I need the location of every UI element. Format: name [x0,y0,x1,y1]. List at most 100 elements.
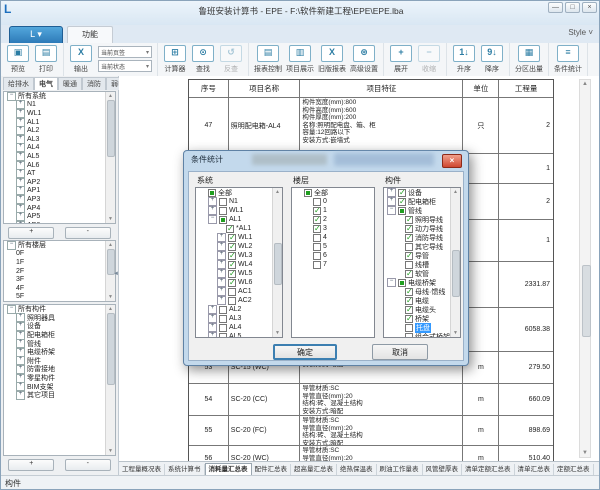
close-icon[interactable]: × [582,2,597,13]
tab-function[interactable]: 功能 [67,26,113,44]
高级设置-button[interactable]: ⊛高级设置 [348,44,380,75]
dialog-tree-item-AL3[interactable]: +AL3 [196,314,282,323]
dropdown-当前状态[interactable]: 当前状态▾ [98,60,152,72]
checkbox-off[interactable] [405,324,413,332]
查找-button[interactable]: ⊙查找 [189,44,217,75]
tree-root[interactable]: −所有构件 [4,305,115,314]
tree-item-管线[interactable]: +管线 [4,339,115,348]
dialog-tree-item-组合式桥架[interactable]: 组合式桥架 [384,332,460,338]
checkbox-checked[interactable] [405,225,413,233]
checkbox-checked[interactable] [405,234,413,242]
expand-toggle-icon[interactable]: + [217,242,226,251]
add-component-button[interactable]: + [8,459,54,471]
expand-toggle-icon[interactable]: + [217,287,226,296]
collapse-toggle-icon[interactable]: − [387,206,396,215]
升序-button[interactable]: 1↓升序 [450,44,478,75]
checkbox-checked[interactable] [226,225,234,233]
scroll-down-icon[interactable]: ▼ [106,448,115,454]
tree-item-1F[interactable]: 1F [4,258,115,267]
checkbox-checked[interactable] [405,252,413,260]
style-selector[interactable]: Style ˅ [568,28,593,37]
collapse-toggle-icon[interactable]: − [7,241,16,250]
checkbox-off[interactable] [405,243,413,251]
checkbox-off[interactable] [219,198,227,206]
dropdown-当前页签[interactable]: 当前页签▾ [98,46,152,58]
tree-root[interactable]: −所有系统 [4,92,115,101]
dialog-tree-item-AL2[interactable]: +AL2 [196,305,282,314]
tree-item-AP2[interactable]: +AP2 [4,178,115,187]
expand-toggle-icon[interactable]: + [217,278,226,287]
table-vertical-scrollbar[interactable]: ▲ ▼ [579,79,591,458]
checkbox-off[interactable] [405,261,413,269]
checkbox-checked[interactable] [313,216,321,224]
scroll-down-icon[interactable]: ▼ [273,330,282,336]
expand-toggle-icon[interactable]: + [16,221,25,224]
scroll-down-icon[interactable]: ▼ [106,216,115,222]
discipline-tab-电气[interactable]: 电气 [34,77,58,90]
add-system-button[interactable]: + [8,227,54,239]
展开-button[interactable]: +展开 [387,44,415,75]
expand-toggle-icon[interactable]: + [387,197,396,206]
scroll-up-icon[interactable]: ▲ [106,242,115,248]
tree-item-WL1[interactable]: +WL1 [4,109,115,118]
checkbox-partial[interactable] [398,207,406,215]
discipline-tab-消防[interactable]: 消防 [82,77,106,90]
app-menu-button[interactable]: L ▾ [9,26,63,44]
tree-item-零星构件[interactable]: +零星构件 [4,374,115,383]
checkbox-partial[interactable] [208,189,216,197]
tree-item-AP1[interactable]: +AP1 [4,187,115,196]
checkbox-off[interactable] [219,306,227,314]
checkbox-checked[interactable] [398,198,406,206]
scrollbar-thumb[interactable] [274,243,282,285]
checkbox-off[interactable] [313,261,321,269]
tree-item-0F[interactable]: 0F [4,250,115,259]
list-scrollbar[interactable]: ▲▼ [272,188,282,337]
checkbox-off[interactable] [228,288,236,296]
scroll-up-icon[interactable]: ▲ [106,306,115,312]
checkbox-off[interactable] [219,333,227,339]
scrollbar-thumb[interactable] [107,100,115,157]
expand-toggle-icon[interactable]: + [217,296,226,305]
tree-root[interactable]: −所有楼层 [4,241,115,250]
tree-item-AL5[interactable]: +AL5 [4,152,115,161]
checkbox-off[interactable] [219,324,227,332]
dialog-tree-item-3[interactable]: 3 [292,224,374,233]
dialog-tree-item-N1[interactable]: +N1 [196,197,282,206]
scrollbar-thumb[interactable] [582,265,591,337]
tree-item-配电箱柜[interactable]: +配电箱柜 [4,331,115,340]
collapse-toggle-icon[interactable]: − [387,278,396,287]
checkbox-checked[interactable] [398,189,406,197]
dialog-tree-item-7[interactable]: 7 [292,260,374,269]
tree-item-3F[interactable]: 3F [4,275,115,284]
tree-item-AP6[interactable]: +AP6 [4,221,115,224]
checkbox-off[interactable] [313,198,321,206]
dialog-tree-item-AL4[interactable]: +AL4 [196,323,282,332]
dialog-tree-item-AC2[interactable]: +AC2 [196,296,282,305]
expand-toggle-icon[interactable]: + [208,332,217,338]
checkbox-checked[interactable] [405,288,413,296]
checkbox-checked[interactable] [228,261,236,269]
checkbox-partial[interactable] [304,189,312,197]
remove-system-button[interactable]: - [65,227,111,239]
expand-toggle-icon[interactable]: + [217,251,226,260]
checkbox-checked[interactable] [405,306,413,314]
tree-item-AL4[interactable]: +AL4 [4,144,115,153]
tree-item-其它项目[interactable]: +其它项目 [4,391,115,400]
dialog-close-icon[interactable]: × [442,154,462,168]
tree-item-AP3[interactable]: +AP3 [4,195,115,204]
expand-toggle-icon[interactable]: + [208,314,217,323]
报表控制-button[interactable]: ▤报表控制 [252,44,284,75]
dialog-tree-item-5[interactable]: 5 [292,242,374,251]
dialog-tree-item-4[interactable]: 4 [292,233,374,242]
tree-item-4F[interactable]: 4F [4,284,115,293]
checkbox-off[interactable] [228,297,236,305]
dialog-tree-item-0[interactable]: 0 [292,197,374,206]
tree-item-2F[interactable]: 2F [4,267,115,276]
旧版报表-button[interactable]: X旧版报表 [316,44,348,75]
dialog-tree-item-*AL1[interactable]: *AL1 [196,224,282,233]
dialog-tree-item-WL6[interactable]: +WL6 [196,278,282,287]
discipline-tab-给排水[interactable]: 给排水 [3,77,34,90]
tree-item-设备[interactable]: +设备 [4,322,115,331]
cancel-button[interactable]: 取消 [372,344,428,360]
expand-toggle-icon[interactable]: + [208,197,217,206]
